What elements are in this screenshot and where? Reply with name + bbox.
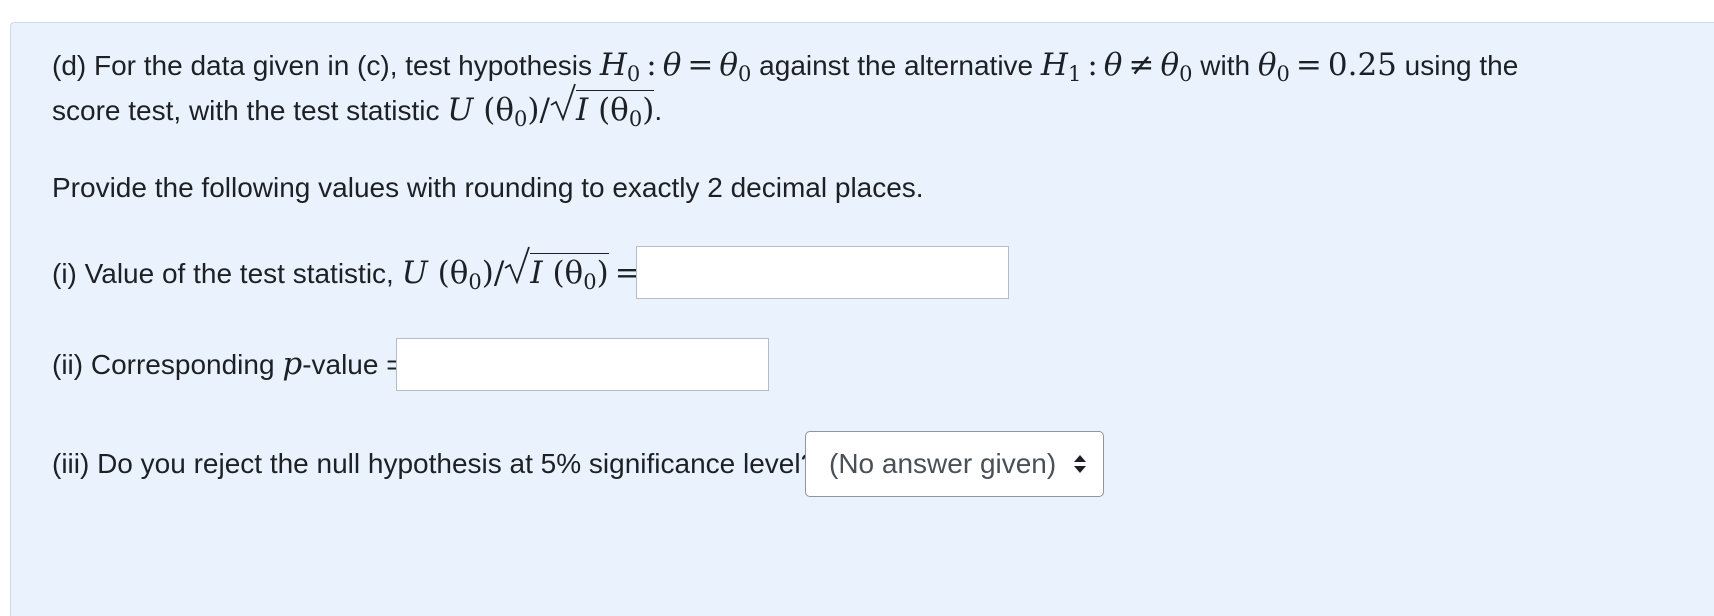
null-hypothesis-formula: H0: θ = θ0 xyxy=(599,47,752,86)
question-line-2: score test, with the test statistic U (θ… xyxy=(52,83,663,134)
part-ii-label: (ii) Corresponding xyxy=(52,349,283,380)
p-value-input[interactable] xyxy=(396,338,769,391)
part-ii-label-suffix: -value = xyxy=(302,349,403,380)
using-text: using the xyxy=(1396,50,1519,81)
part-iii-label: (iii) Do you reject the null hypothesis … xyxy=(52,448,817,479)
part-i-label-row: (i) Value of the test statistic, U (θ0)/… xyxy=(52,246,647,297)
radical-sign-icon xyxy=(550,83,576,121)
theta0-value-formula: θ0 = 0.25 xyxy=(1257,47,1397,86)
part-i-label: (i) Value of the test statistic, xyxy=(52,258,402,289)
against-text: against the alternative xyxy=(751,50,1041,81)
with-text: with xyxy=(1192,50,1258,81)
part-i-formula: U (θ0)/I (θ0) = xyxy=(402,246,647,293)
question-intro-text: (d) For the data given in (c), test hypo… xyxy=(52,50,600,81)
updown-caret-icon xyxy=(1074,455,1086,473)
test-statistic-input[interactable] xyxy=(636,246,1009,299)
radical-sign-icon xyxy=(504,246,531,284)
part-ii-label-row: (ii) Corresponding p-value = xyxy=(52,341,403,388)
test-statistic-formula: U (θ0)/I (θ0) xyxy=(447,83,655,130)
rounding-instruction: Provide the following values with roundi… xyxy=(52,172,924,203)
alternative-hypothesis-formula: H1: θ ≠ θ0 xyxy=(1040,47,1193,86)
question-panel: (d) For the data given in (c), test hypo… xyxy=(10,22,1714,616)
p-symbol: p xyxy=(282,346,303,382)
question-line-1: (d) For the data given in (c), test hypo… xyxy=(52,42,1518,89)
square-root-symbol: I (θ0) xyxy=(550,83,655,133)
square-root-symbol: I (θ0) xyxy=(504,246,609,296)
period-text: . xyxy=(654,95,663,126)
score-test-text: score test, with the test statistic xyxy=(52,95,448,126)
reject-null-select[interactable]: (No answer given) xyxy=(805,431,1104,497)
reject-null-select-value: (No answer given) xyxy=(829,448,1057,479)
